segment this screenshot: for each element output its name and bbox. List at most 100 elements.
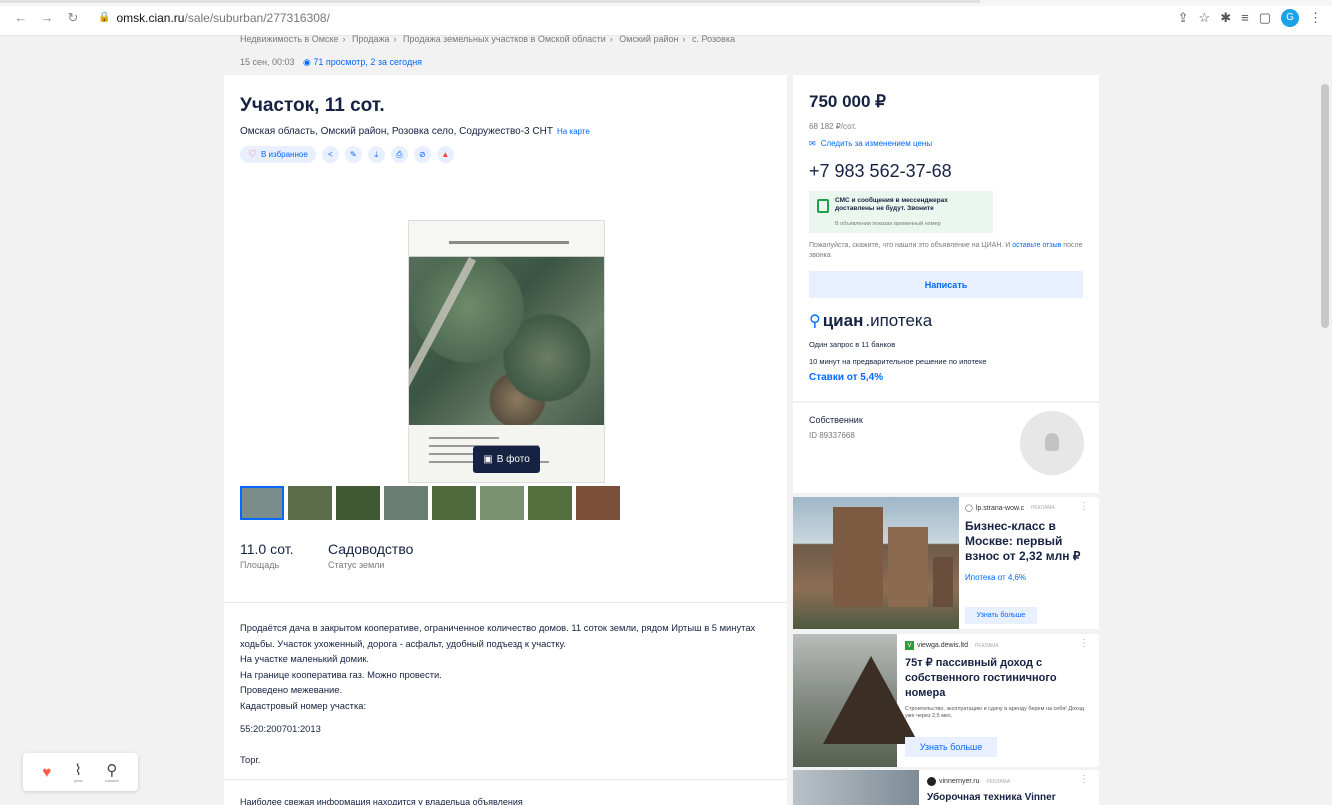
mail-icon: ✉	[809, 139, 816, 148]
ad-banner[interactable]: vinnernyer.ru РЕКЛАМА ⋮ Уборочная техника…	[793, 770, 1099, 805]
tool-label: цены	[74, 778, 83, 783]
page-title: Участок, 11 сот.	[240, 95, 385, 116]
breadcrumb-item[interactable]: Продажа земельных участков в Омской обла…	[403, 34, 606, 44]
report-icon[interactable]: ▲	[436, 146, 454, 163]
breadcrumb-item[interactable]: Продажа	[352, 34, 390, 44]
listing-date: 15 сен, 00:03	[240, 57, 295, 67]
thumbnail[interactable]	[336, 486, 380, 520]
ad-source-text: vinnernyer.ru	[939, 778, 980, 785]
more-icon[interactable]: ⋮	[1079, 501, 1089, 512]
ipoteka-line: Один запрос в 11 банков	[809, 340, 896, 349]
note-icon[interactable]: ✎	[344, 146, 362, 163]
breadcrumb-item[interactable]: Недвижимость в Омске	[240, 34, 338, 44]
ipoteka-line: 10 минут на предварительное решение по и…	[809, 357, 987, 366]
scrollbar[interactable]	[1318, 36, 1332, 805]
write-message-button[interactable]: Написать	[809, 271, 1083, 298]
bookmark-star-icon[interactable]: ☆	[1199, 10, 1211, 26]
phone-number[interactable]: +7 983 562-37-68	[809, 161, 952, 182]
hide-icon[interactable]: ⊘	[413, 146, 431, 163]
callback-note: Пожалуйста, скажите, что нашли это объяв…	[809, 241, 1089, 261]
sms-warning: СМС и сообщения в мессенджерах доставлен…	[809, 191, 993, 233]
more-info-text: Наиболее свежая информация находится у в…	[240, 797, 523, 805]
scrollbar-thumb[interactable]	[1321, 84, 1329, 328]
price-tool[interactable]: ⌇ цены	[74, 762, 82, 783]
reload-icon[interactable]: ↻	[62, 7, 84, 29]
listing-address: Омская область, Омский район, Розовка се…	[240, 126, 590, 137]
photo-thumbnails	[240, 486, 620, 520]
thumbnail[interactable]	[576, 486, 620, 520]
ad-cta-button[interactable]: Узнать больше	[905, 737, 997, 757]
ad-source: Vviewga.dewis.ltd РЕКЛАМА	[905, 641, 999, 650]
url-path: /sale/suburban/277316308/	[184, 10, 330, 25]
globe-icon: ◯	[965, 505, 973, 512]
search-tool[interactable]: ⚲ поиском	[105, 762, 118, 783]
param-label: Площадь	[240, 560, 280, 570]
listing-card: Участок, 11 сот. Омская область, Омский …	[224, 75, 787, 805]
listing-actions: ♡ В избранное < ✎ ⤓ ⎙ ⊘ ▲	[240, 146, 454, 163]
share-icon[interactable]: ⇪	[1178, 10, 1189, 26]
forward-icon[interactable]: →	[36, 7, 58, 29]
breadcrumb-item[interactable]: с. Розовка	[692, 34, 735, 44]
map-link[interactable]: На карте	[557, 127, 590, 136]
favorite-button[interactable]: ♡ В избранное	[240, 146, 316, 163]
ad-cta-button[interactable]: Узнать больше	[965, 607, 1037, 624]
photo-button-label: В фото	[496, 454, 530, 465]
review-link[interactable]: оставьте отзыв	[1012, 242, 1061, 249]
ipoteka-rate-link[interactable]: Ставки от 5,4%	[809, 372, 883, 383]
description-line: Кадастровый номер участка:	[240, 699, 367, 711]
ad-banner[interactable]: Vviewga.dewis.ltd РЕКЛАМА ⋮ 75т ₽ пассивн…	[793, 634, 1099, 767]
more-icon[interactable]: ⋮	[1079, 774, 1089, 785]
owner-id: ID 89337668	[809, 431, 855, 440]
more-icon[interactable]: ⋮	[1079, 638, 1089, 649]
ad-image	[793, 634, 919, 767]
back-icon[interactable]: ←	[10, 7, 32, 29]
side-panel-icon[interactable]: ▢	[1259, 10, 1271, 26]
reading-list-icon[interactable]: ≡	[1241, 10, 1249, 25]
chart-icon: ⌇	[74, 761, 82, 779]
url-host: omsk.cian.ru	[116, 10, 185, 25]
breadcrumb-separator: ›	[609, 34, 613, 44]
thumbnail[interactable]	[240, 486, 284, 520]
track-price-link[interactable]: ✉ Следить за изменением цены	[809, 139, 932, 148]
breadcrumb-item[interactable]: Омский район	[619, 34, 678, 44]
ad-image	[793, 497, 959, 629]
tab-strip	[0, 0, 1332, 6]
photo-gallery-button[interactable]: ▣ В фото	[473, 446, 540, 473]
extensions-icon[interactable]: ✱	[1220, 10, 1231, 26]
breadcrumb: Недвижимость в Омске › Продажа › Продажа з…	[240, 34, 735, 44]
thumbnail[interactable]	[384, 486, 428, 520]
share-icon[interactable]: <	[321, 146, 339, 163]
address-text: Омская область, Омский район, Розовка се…	[240, 126, 553, 137]
views-text: 71 просмотр, 2 за сегодня	[313, 57, 423, 67]
thumbnail[interactable]	[288, 486, 332, 520]
cian-ipoteka-logo[interactable]: ⚲ циан .ипотека	[809, 311, 932, 331]
ad-source-text: viewga.dewis.ltd	[917, 642, 968, 649]
thumbnail[interactable]	[480, 486, 524, 520]
download-icon[interactable]: ⤓	[367, 146, 385, 163]
heart-icon: ♥	[42, 763, 52, 781]
thumbnail[interactable]	[432, 486, 476, 520]
favorites-tool[interactable]: ♥	[42, 764, 51, 781]
tool-label: поиском	[105, 778, 119, 783]
heart-icon: ♡	[248, 149, 257, 160]
listing-description: Продаётся дача в закрытом кооперативе, о…	[240, 620, 775, 713]
search-icon: ⚲	[106, 761, 118, 779]
ad-banner[interactable]: ◯ lp.strana-wow.c РЕКЛАМА ⋮ Бизнес-класс в…	[793, 497, 1099, 629]
main-photo[interactable]	[408, 220, 605, 483]
profile-avatar[interactable]: G	[1281, 8, 1299, 27]
print-icon[interactable]: ⎙	[390, 146, 408, 163]
description-line: Проведено межевание.	[240, 684, 343, 695]
ad-headline: Бизнес-класс в Москве: первый взнос от 2…	[965, 519, 1081, 563]
cadastral-number: 55:20:200701:2013	[240, 723, 321, 734]
views-counter[interactable]: ◉ 71 просмотр, 2 за сегодня	[303, 57, 422, 67]
ad-tag: РЕКЛАМА	[974, 642, 999, 649]
thumbnail[interactable]	[528, 486, 572, 520]
ad-image	[793, 770, 919, 805]
lock-icon[interactable]: 🔒	[98, 12, 110, 23]
ad-subtitle: Строительство, эксплуатацию и сдачу в ар…	[905, 706, 1084, 719]
ad-source: ◯ lp.strana-wow.c РЕКЛАМА	[965, 504, 1055, 513]
address-bar[interactable]: omsk.cian.ru/sale/suburban/277316308/	[116, 11, 329, 25]
browser-toolbar: ← → ↻ 🔒 omsk.cian.ru/sale/suburban/27731…	[0, 0, 1332, 36]
track-price-label: Следить за изменением цены	[820, 139, 933, 148]
browser-menu-icon[interactable]: ⋮	[1309, 10, 1322, 26]
